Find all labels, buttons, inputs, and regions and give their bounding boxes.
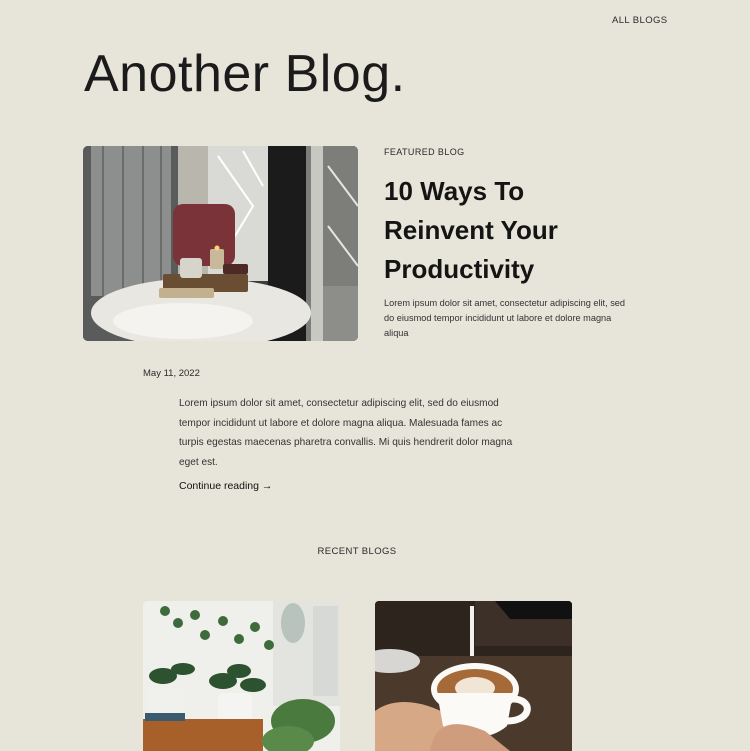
post-date: May 11, 2022 — [143, 368, 200, 379]
recent-blogs-label: RECENT BLOGS — [317, 546, 397, 557]
recent-blog-card[interactable] — [143, 601, 340, 751]
latte-art-photo — [375, 601, 572, 751]
all-blogs-link[interactable]: ALL BLOGS — [612, 15, 668, 26]
featured-blog-image[interactable] — [83, 146, 358, 341]
featured-blog-title[interactable]: 10 Ways To Reinvent Your Productivity — [384, 172, 634, 289]
page-title: Another Blog. — [84, 45, 406, 103]
recent-blog-card[interactable] — [375, 601, 572, 751]
window-seat-photo — [83, 146, 358, 341]
featured-blog-label: FEATURED BLOG — [384, 147, 465, 157]
featured-blog-excerpt: Lorem ipsum dolor sit amet, consectetur … — [384, 298, 626, 338]
continue-reading-link[interactable]: Continue reading → — [179, 480, 272, 492]
houseplants-photo — [143, 601, 340, 751]
post-body: Lorem ipsum dolor sit amet, consectetur … — [179, 398, 513, 468]
